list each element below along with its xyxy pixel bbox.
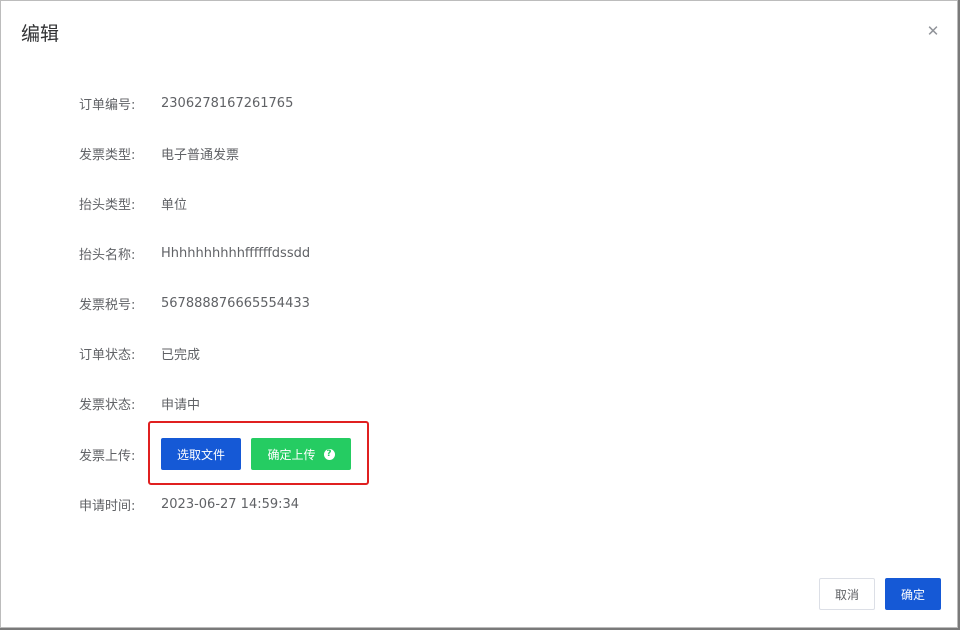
field-value: 单位 [161,197,188,213]
field-value: 已完成 [161,347,201,363]
field-value: 申请中 [161,397,201,413]
field-label: 发票状态: [79,397,136,413]
select-file-button[interactable]: 选取文件 [161,438,241,470]
field-label: 抬头类型: [79,197,136,213]
field-invoice-upload: 发票上传: 选取文件 确定上传 ? [79,438,351,470]
question-circle-icon[interactable]: ? [323,448,335,460]
field-value: 2306278167261765 [161,95,294,111]
edit-dialog: 编辑 ✕ 订单编号: 2306278167261765 发票类型: 电子普通发票… [0,0,958,628]
field-label: 发票类型: [79,147,136,163]
field-apply-time: 申请时间: 2023-06-27 14:59:34 [79,494,299,514]
field-label: 发票上传: [79,448,136,464]
field-value: 电子普通发票 [161,147,240,163]
field-invoice-type: 发票类型: 电子普通发票 [79,143,239,163]
field-order-number: 订单编号: 2306278167261765 [79,93,293,113]
confirm-upload-label: 确定上传 [267,447,316,462]
field-value: 567888876665554433 [161,295,310,311]
field-label: 发票税号: [79,297,136,313]
close-icon[interactable]: ✕ [923,21,943,41]
field-label: 抬头名称: [79,247,136,263]
confirm-upload-button[interactable]: 确定上传 ? [251,438,351,470]
field-label: 订单编号: [79,97,136,113]
field-header-name: 抬头名称: Hhhhhhhhhhffffffdssdd [79,243,310,263]
dialog-title: 编辑 [21,23,60,45]
confirm-button[interactable]: 确定 [885,578,941,610]
field-header-type: 抬头类型: 单位 [79,193,187,213]
field-label: 订单状态: [79,347,136,363]
field-tax-number: 发票税号: 567888876665554433 [79,293,310,313]
field-label: 申请时间: [79,498,136,514]
cancel-button[interactable]: 取消 [819,578,875,610]
field-invoice-status: 发票状态: 申请中 [79,393,200,413]
field-order-status: 订单状态: 已完成 [79,343,200,363]
field-value: 2023-06-27 14:59:34 [161,496,300,512]
field-value: Hhhhhhhhhhffffffdssdd [161,245,311,261]
